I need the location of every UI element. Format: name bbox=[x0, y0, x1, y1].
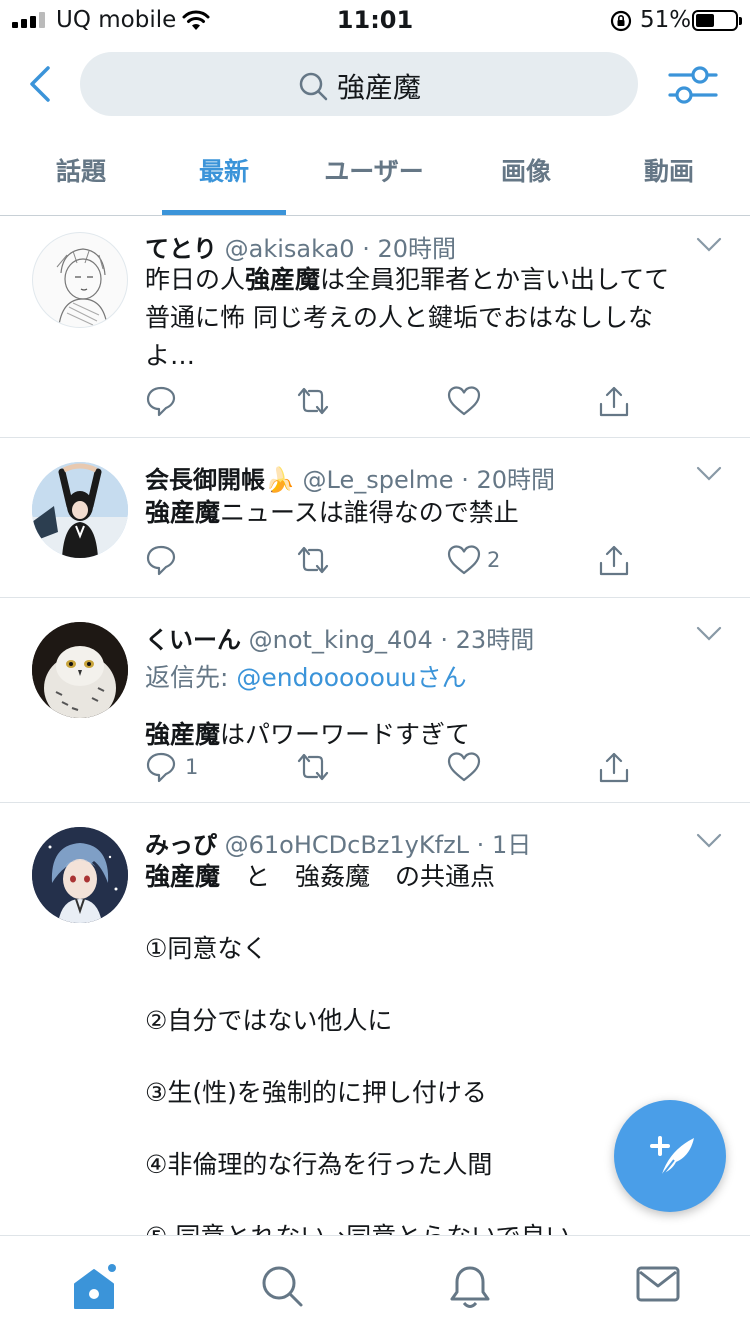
sketch-avatar-image bbox=[56, 248, 108, 326]
anime-boy-avatar-image bbox=[32, 827, 128, 923]
tweet-header: てとり @akisaka0 · 20時間 bbox=[145, 235, 457, 263]
share-icon bbox=[599, 752, 629, 783]
banana-emoji: 🍌 bbox=[265, 466, 295, 494]
sliders-icon[interactable] bbox=[668, 62, 718, 108]
tweet-actions: 1 bbox=[145, 749, 645, 789]
chevron-left-icon[interactable] bbox=[22, 64, 62, 104]
explore-tab[interactable] bbox=[260, 1264, 304, 1308]
reply-to-user-link[interactable]: @endooooouuさん bbox=[236, 663, 466, 692]
tweet-text: 昨日の人強産魔は全員犯罪者とか言い出してて 普通に怖 同じ考えの人と鍵垢でおはな… bbox=[145, 265, 670, 370]
bottom-nav bbox=[0, 1235, 750, 1334]
battery-icon bbox=[692, 10, 742, 31]
search-input[interactable]: 強産魔 bbox=[80, 52, 638, 116]
reply-button[interactable] bbox=[145, 542, 225, 582]
retweet-icon bbox=[297, 387, 329, 415]
retweet-button[interactable] bbox=[295, 383, 375, 423]
avatar[interactable] bbox=[32, 462, 128, 558]
chevron-down-icon[interactable] bbox=[696, 626, 722, 642]
active-tab-indicator bbox=[162, 210, 286, 215]
compose-tweet-icon bbox=[650, 1136, 694, 1179]
tab-latest[interactable]: 最新 bbox=[162, 136, 286, 216]
chevron-down-icon[interactable] bbox=[696, 466, 722, 482]
notifications-tab[interactable] bbox=[448, 1264, 492, 1308]
like-button[interactable] bbox=[447, 749, 527, 789]
reply-icon bbox=[146, 752, 176, 783]
tweet-header: 会長御開帳🍌 @Le_spelme · 20時間 bbox=[145, 466, 555, 494]
tab-photos[interactable]: 画像 bbox=[462, 136, 590, 216]
share-icon bbox=[599, 545, 629, 576]
retweet-icon bbox=[297, 753, 329, 781]
share-icon bbox=[599, 386, 629, 417]
tweet[interactable]: てとり @akisaka0 · 20時間 昨日の人強産魔は全員犯罪者とか言い出し… bbox=[0, 217, 750, 438]
timestamp[interactable]: 20時間 bbox=[476, 466, 555, 494]
tweet-text: 強産魔ニュースは誰得なので禁止 bbox=[145, 498, 519, 527]
like-button[interactable] bbox=[447, 383, 527, 423]
tweet-actions bbox=[145, 383, 645, 423]
display-name[interactable]: 会長御開帳 bbox=[145, 466, 265, 494]
timestamp[interactable]: 23時間 bbox=[456, 626, 535, 654]
anime-girl-avatar-image bbox=[32, 462, 128, 558]
share-button[interactable] bbox=[597, 749, 641, 789]
share-button[interactable] bbox=[597, 542, 641, 582]
chevron-down-icon[interactable] bbox=[696, 833, 722, 849]
share-button[interactable] bbox=[597, 383, 641, 423]
reply-button[interactable]: 1 bbox=[145, 749, 225, 789]
display-name[interactable]: みっぴ bbox=[145, 831, 217, 859]
compose-tweet-button[interactable] bbox=[614, 1100, 726, 1212]
heart-icon bbox=[447, 752, 481, 782]
handle[interactable]: @akisaka0 bbox=[225, 235, 355, 263]
highlighted-term: 強産魔 bbox=[145, 498, 221, 527]
heart-icon bbox=[447, 545, 481, 575]
avatar[interactable] bbox=[32, 827, 128, 923]
tweet-header: みっぴ @61oHCDcBz1yKfzL · 1日 bbox=[145, 831, 532, 859]
highlighted-term: 強産魔 bbox=[145, 720, 221, 749]
search-icon bbox=[299, 72, 328, 101]
messages-tab[interactable] bbox=[636, 1264, 680, 1308]
tweet[interactable]: 会長御開帳🍌 @Le_spelme · 20時間 強産魔ニュースは誰得なので禁止… bbox=[0, 438, 750, 598]
avatar[interactable] bbox=[32, 232, 128, 328]
tab-videos[interactable]: 動画 bbox=[606, 136, 732, 216]
tab-people[interactable]: ユーザー bbox=[306, 136, 442, 216]
status-bar: UQ mobile 11:01 51% bbox=[0, 0, 750, 40]
avatar[interactable] bbox=[32, 622, 128, 718]
display-name[interactable]: くいーん bbox=[145, 626, 241, 654]
reply-icon bbox=[146, 386, 176, 417]
retweet-icon bbox=[297, 546, 329, 574]
rotation-lock-icon bbox=[610, 10, 632, 32]
clock: 11:01 bbox=[336, 6, 414, 34]
tweet-actions: 2 bbox=[145, 542, 645, 582]
battery-percent: 51% bbox=[640, 7, 692, 33]
reply-button[interactable] bbox=[145, 383, 225, 423]
handle[interactable]: @61oHCDcBz1yKfzL bbox=[225, 831, 469, 859]
highlighted-term: 強産魔 bbox=[245, 265, 321, 294]
handle[interactable]: @not_king_404 bbox=[249, 626, 433, 654]
owl-avatar-image bbox=[32, 622, 128, 718]
tweet-header: くいーん @not_king_404 · 23時間 bbox=[145, 626, 535, 654]
timestamp[interactable]: 1日 bbox=[492, 831, 531, 859]
retweet-button[interactable] bbox=[295, 542, 375, 582]
mail-icon bbox=[636, 1266, 680, 1302]
heart-icon bbox=[447, 386, 481, 416]
chevron-down-icon[interactable] bbox=[696, 237, 722, 253]
tweet-feed[interactable]: てとり @akisaka0 · 20時間 昨日の人強産魔は全員犯罪者とか言い出し… bbox=[0, 217, 750, 1235]
reply-count: 1 bbox=[185, 755, 199, 779]
home-tab[interactable] bbox=[72, 1264, 116, 1309]
retweet-button[interactable] bbox=[295, 749, 375, 789]
reply-to-line: 返信先: @endooooouuさん bbox=[145, 658, 467, 694]
like-count: 2 bbox=[487, 548, 501, 572]
like-button[interactable]: 2 bbox=[447, 542, 527, 582]
bell-icon bbox=[450, 1266, 490, 1308]
reply-icon bbox=[146, 545, 176, 576]
timestamp[interactable]: 20時間 bbox=[377, 235, 456, 263]
search-icon bbox=[262, 1266, 303, 1307]
display-name[interactable]: てとり bbox=[145, 235, 217, 263]
tweet[interactable]: くいーん @not_king_404 · 23時間 返信先: @endooooo… bbox=[0, 598, 750, 803]
highlighted-term: 強産魔 bbox=[145, 862, 221, 891]
search-query: 強産魔 bbox=[336, 71, 421, 104]
reply-to-label: 返信先: bbox=[145, 663, 237, 692]
handle[interactable]: @Le_spelme bbox=[303, 466, 454, 494]
search-tabs: 話題 最新 ユーザー 画像 動画 bbox=[0, 136, 750, 216]
home-icon bbox=[74, 1264, 116, 1309]
tab-top[interactable]: 話題 bbox=[20, 136, 142, 216]
